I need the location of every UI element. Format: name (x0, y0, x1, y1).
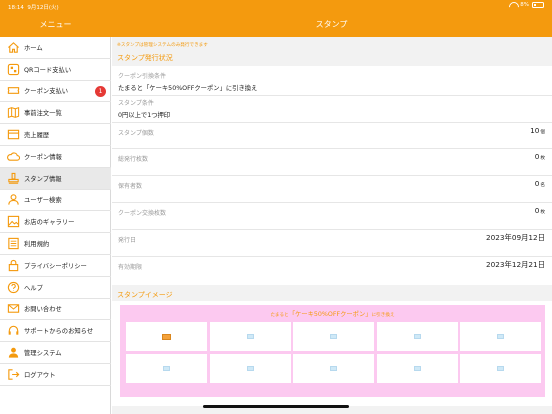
status-bar: 18:14 9月12日(火) 8% (0, 0, 552, 12)
stamp-slot (209, 322, 291, 351)
empty-stamp-icon (330, 366, 337, 371)
stamp-slot (376, 322, 458, 351)
user-search-icon (7, 193, 20, 206)
empty-stamp-icon (246, 366, 254, 371)
total-issued-label: 総発行枚数 (118, 156, 149, 163)
divider (112, 229, 552, 230)
sidebar-item-contact[interactable]: お問い合わせ (0, 299, 111, 321)
empty-stamp-icon (413, 366, 421, 371)
stamp-slot (460, 322, 541, 351)
stamp-detail-pane: ※スタンプは管理システムのみ発行できます スタンプ発行状況 クーポン引換条件 た… (112, 37, 552, 414)
stamp-status-title: スタンプ発行状況 (117, 54, 173, 62)
sidebar-menu: ホーム QRコード支払い クーポン支払い 1 事前注文一覧 売上履歴 クーポン情… (0, 37, 111, 414)
holders-label: 保有者数 (118, 183, 143, 190)
coupon-exchanged-value: 0枚 (534, 206, 545, 215)
divider (112, 122, 552, 123)
stamp-status-panel: クーポン引換条件 たまると「ケーキ50%OFFクーポン」に引き換え スタンプ条件… (112, 66, 552, 285)
stamp-condition-value: 0円以上で1つ押印 (118, 112, 171, 119)
map-icon (7, 106, 20, 119)
stamped-mark-icon (162, 333, 171, 340)
empty-stamp-icon (330, 334, 337, 339)
issue-date-value: 2023年09月12日 (485, 233, 545, 242)
gallery-icon (7, 215, 20, 228)
expiry-label: 有効期限 (118, 264, 143, 271)
stamp-slot (376, 354, 458, 383)
sidebar-item-coupon-info[interactable]: クーポン情報 (0, 146, 111, 168)
empty-stamp-icon (163, 366, 170, 371)
stamp-slot (209, 354, 291, 383)
holders-value: 0名 (534, 179, 545, 188)
divider (112, 202, 552, 203)
coupon-info-icon (7, 150, 20, 163)
headset-icon (7, 324, 20, 337)
help-icon (7, 281, 20, 294)
sidebar-title: メニュー (39, 20, 72, 29)
sidebar-item-sales-history[interactable]: 売上履歴 (0, 124, 111, 146)
coupon-exchanged-label: クーポン交換枚数 (118, 210, 167, 217)
stamp-card: たまると「ケーキ50%OFFクーポン」に引き換え (120, 305, 545, 397)
qr-code-icon (7, 63, 20, 76)
battery-icon (532, 2, 544, 8)
battery-percent: 8% (520, 2, 529, 8)
divider (112, 175, 552, 176)
status-time: 18:14 9月12日(火) (8, 5, 59, 11)
empty-stamp-icon (497, 366, 504, 371)
stamp-count-label: スタンプ個数 (118, 130, 154, 137)
sidebar-item-privacy-policy[interactable]: プライバシーポリシー (0, 255, 111, 277)
wifi-icon (509, 2, 517, 8)
divider (112, 95, 552, 96)
top-bar: 18:14 9月12日(火) 8% メニュー スタンプ (0, 0, 552, 37)
sidebar-item-help[interactable]: ヘルプ (0, 277, 111, 299)
divider (112, 148, 552, 149)
stamp-condition-label: スタンプ条件 (118, 100, 154, 107)
coupon-icon (7, 84, 20, 97)
admin-user-icon (7, 346, 20, 359)
sidebar-item-terms[interactable]: 利用規約 (0, 233, 111, 255)
coupon-count-badge: 1 (95, 85, 106, 97)
stamp-slot (460, 354, 541, 383)
mail-icon (7, 302, 20, 315)
issue-date-label: 発行日 (118, 237, 137, 244)
stamp-slot (126, 322, 207, 351)
sidebar-item-gallery[interactable]: お店のギャラリー (0, 211, 111, 234)
stamp-count-value: 10個 (530, 126, 545, 135)
sidebar-item-qr-payment[interactable]: QRコード支払い (0, 59, 111, 81)
sidebar-item-stamp-info[interactable]: スタンプ情報 (0, 167, 111, 190)
privacy-lock-icon (7, 259, 20, 272)
sidebar-item-coupon-payment[interactable]: クーポン支払い 1 (0, 81, 111, 103)
exchange-condition-label: クーポン引換条件 (118, 73, 167, 80)
sidebar-item-home[interactable]: ホーム (0, 37, 111, 59)
page-title: スタンプ (315, 20, 348, 29)
stamp-icon (7, 172, 20, 185)
home-indicator (203, 405, 349, 408)
logout-icon (7, 368, 20, 381)
stamp-card-caption: たまると「ケーキ50%OFFクーポン」に引き換え (270, 311, 395, 318)
sales-history-icon (7, 128, 20, 141)
sidebar-item-user-search[interactable]: ユーザー検索 (0, 190, 111, 212)
issue-note: ※スタンプは管理システムのみ発行できます (117, 43, 208, 48)
empty-stamp-icon (497, 334, 504, 339)
total-issued-value: 0枚 (534, 152, 545, 161)
divider (112, 256, 552, 257)
home-icon (7, 41, 20, 54)
stamp-slot (293, 322, 374, 351)
sidebar-item-admin-system[interactable]: 管理システム (0, 342, 111, 364)
exchange-condition-value: たまると「ケーキ50%OFFクーポン」に引き換え (118, 85, 258, 92)
expiry-value: 2023年12月21日 (485, 260, 545, 269)
terms-icon (7, 237, 20, 250)
sidebar-item-preorders[interactable]: 事前注文一覧 (0, 102, 111, 125)
sidebar-item-logout[interactable]: ログアウト (0, 364, 111, 386)
empty-stamp-icon (413, 334, 421, 339)
sidebar-item-support-news[interactable]: サポートからのお知らせ (0, 320, 111, 343)
stamp-slot (293, 354, 374, 383)
stamp-slot (126, 354, 207, 383)
stamp-image-title: スタンプイメージ (117, 291, 173, 299)
empty-stamp-icon (246, 334, 254, 339)
